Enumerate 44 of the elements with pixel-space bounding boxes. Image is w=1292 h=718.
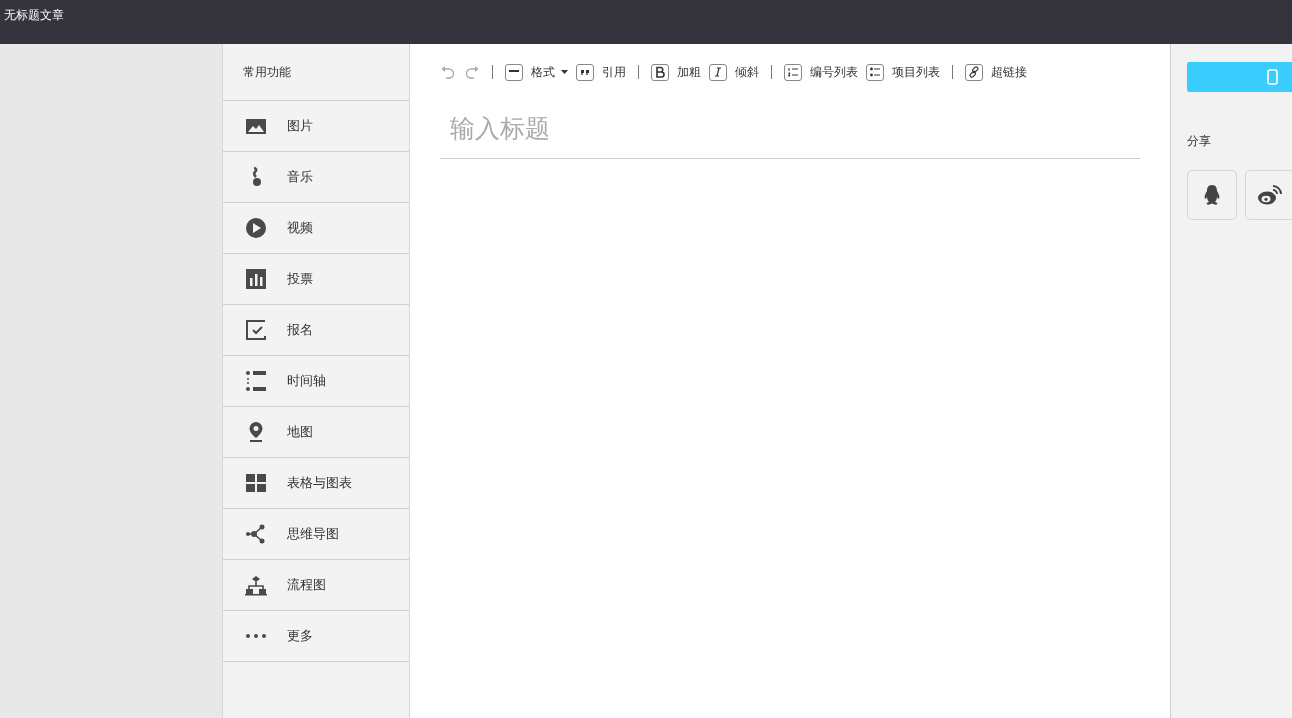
more-dots-icon: [245, 634, 267, 638]
sidebar-item[interactable]: 思维导图: [223, 509, 409, 560]
bold-icon: [651, 63, 669, 81]
undo-icon: [440, 64, 456, 80]
list-icon: [245, 370, 267, 392]
sidebar-item[interactable]: 更多: [223, 611, 409, 662]
quote-icon: [576, 63, 594, 81]
italic-icon: [709, 63, 727, 81]
sidebar-item[interactable]: 视频: [223, 203, 409, 254]
heading-button[interactable]: 格式: [505, 63, 568, 81]
link-icon: [965, 63, 983, 81]
bullet-list-button[interactable]: 项目列表: [866, 63, 940, 81]
preview-button[interactable]: [1187, 62, 1292, 92]
phone-icon: [1267, 69, 1278, 85]
share-button[interactable]: [1187, 170, 1237, 220]
sidebar-item[interactable]: 流程图: [223, 560, 409, 611]
share-nodes-icon: [245, 523, 267, 545]
sidebar-heading: 常用功能: [243, 64, 291, 81]
sidebar-item[interactable]: 地图: [223, 407, 409, 458]
redo-icon: [464, 64, 480, 80]
grid-icon: [245, 472, 267, 494]
sidebar-item[interactable]: 表格与图表: [223, 458, 409, 509]
penguin-icon: [1202, 184, 1222, 206]
bold-button[interactable]: 加粗: [651, 63, 701, 81]
window-title: 无标题文章: [4, 8, 64, 22]
quote-button[interactable]: 引用: [576, 63, 626, 81]
sidebar-item[interactable]: 时间轴: [223, 356, 409, 407]
sidebar-item[interactable]: 音乐: [223, 152, 409, 203]
sidebar-item[interactable]: 报名: [223, 305, 409, 356]
flowchart-icon: [245, 574, 267, 596]
bar-chart-icon: [245, 268, 267, 290]
sidebar-item[interactable]: 投票: [223, 254, 409, 305]
checkbox-icon: [245, 319, 267, 341]
weibo-icon: [1257, 184, 1283, 206]
numbered-list-button[interactable]: 编号列表: [784, 63, 858, 81]
numbered-list-icon: [784, 63, 802, 81]
italic-button[interactable]: 倾斜: [709, 63, 759, 81]
heading-icon: [505, 63, 523, 81]
bullet-list-icon: [866, 63, 884, 81]
link-button[interactable]: 超链接: [965, 63, 1027, 81]
share-button[interactable]: [1245, 170, 1292, 220]
play-icon: [245, 217, 267, 239]
sidebar-item[interactable]: 图片: [223, 101, 409, 152]
share-label: 分享: [1187, 134, 1211, 148]
